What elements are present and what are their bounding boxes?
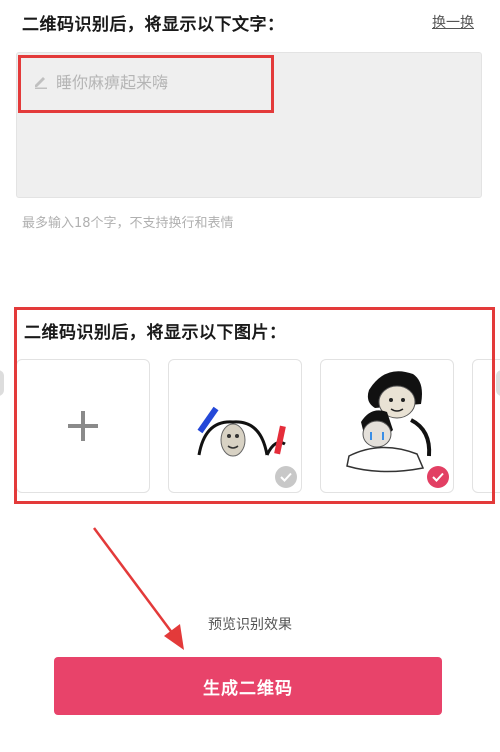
text-section-title: 二维码识别后，将显示以下文字： <box>22 15 285 35</box>
swap-link[interactable]: 换一换 <box>432 12 474 32</box>
preview-effect-link[interactable]: 预览识别效果 <box>0 614 500 634</box>
highlight-box-text <box>18 55 274 113</box>
red-arrow-annotation <box>92 527 184 650</box>
generate-qr-button[interactable]: 生成二维码 <box>54 657 442 715</box>
input-hint: 最多输入18个字，不支持换行和表情 <box>22 216 234 231</box>
highlight-box-images <box>14 307 495 504</box>
scroll-edge-left <box>0 370 4 396</box>
scroll-edge-right <box>496 370 500 396</box>
